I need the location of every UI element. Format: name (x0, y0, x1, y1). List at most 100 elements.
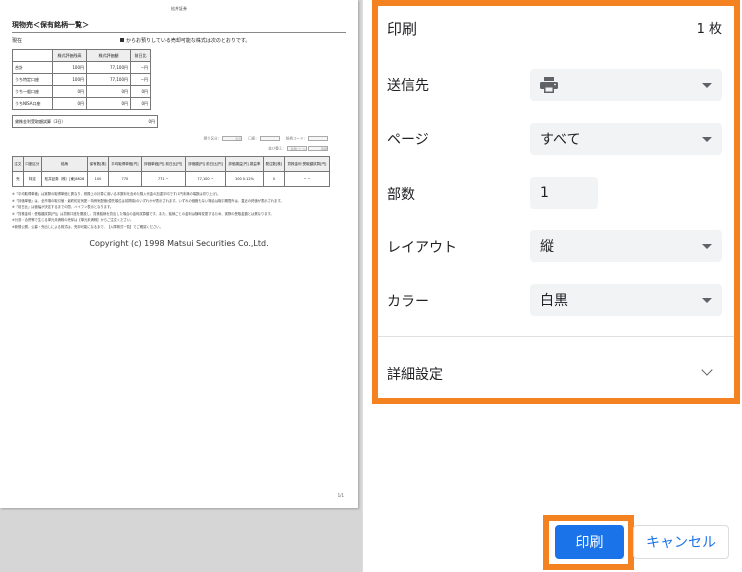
table-cell: 100 0.12% (225, 171, 264, 187)
intro-line: 現在 からお預りしている売却可能な株式は次のとおりです。 (12, 37, 346, 44)
chevron-down-icon (702, 82, 712, 88)
bullet-mark (120, 38, 125, 42)
note-line: ※「評価単価」は、全市場の取引値・最終約定気配・特例気配値(優先順位は前掲順)の… (12, 198, 284, 203)
summary-header: 株式評価額 (86, 49, 131, 62)
table-cell: 松井証券（株）[東]8628 (41, 171, 88, 187)
pages-value: すべて (540, 132, 581, 148)
layout-select[interactable]: 縦 (530, 230, 722, 262)
page-number: 1/1 (337, 493, 344, 498)
page-header: 松井証券 (171, 6, 187, 11)
chevron-down-icon (702, 136, 712, 142)
table-cell: 770 (108, 171, 142, 187)
summary-header: 株式評価残高 (52, 49, 87, 62)
filter-select (259, 136, 280, 141)
holdings-table: 注文 口座区分 銘柄 保有数[株] 平均取得単価[円] 評価単価[円] 前日比[… (12, 156, 331, 187)
summary-table: 株式評価残高 株式評価額 前日比 合計 100円 77,100円 −円 うち特定… (12, 49, 151, 110)
column-header: 保有数[株] (86, 156, 110, 172)
pages-select[interactable]: すべて (530, 123, 722, 155)
notes: ※「平均取得単価」は実際の取得単価と異なり、税務上の計算に用いる手数料を含めた購… (12, 191, 346, 231)
column-header: 評価損益[円] 損益率 (225, 156, 264, 172)
filter-label: 口座： (248, 136, 259, 141)
table-cell: 77,100円 (86, 73, 131, 86)
note-line: ※「前日比」は値幅が決定するまでの間、ハイフン表示となります。 (12, 205, 114, 210)
printer-icon (540, 77, 558, 93)
filter-label: 並び替え： (268, 146, 286, 150)
filter-select: 表示 (222, 136, 243, 141)
table-cell: 100円 (52, 73, 87, 86)
table-cell: 0円 (52, 97, 87, 110)
table-cell: 特定 (22, 171, 43, 187)
column-header: 銘柄 (41, 156, 88, 172)
intro-text: からお預りしている売却可能な株式は次のとおりです。 (126, 38, 251, 44)
table-row: 売 特定 松井証券（株）[東]8628 100 770 771 − 77,100… (12, 171, 331, 187)
sort-select: 銘柄コード (286, 145, 307, 151)
chevron-down-icon (702, 297, 712, 303)
summary-header: 前日比 (130, 49, 151, 62)
table-cell: 0円 (130, 85, 151, 98)
table-cell: 0円 (52, 85, 87, 98)
shares-interest-label: 貸株金利受取額試算（3日） (15, 118, 66, 124)
filter-label: 銘柄コード： (285, 136, 307, 141)
table-cell: −円 (130, 61, 151, 74)
copyright-text: Copyright (c) 1998 Matsui Securities Co.… (89, 238, 269, 248)
color-value: 白黒 (540, 293, 568, 309)
settings-divider (378, 336, 734, 337)
table-cell: −円 (130, 73, 151, 86)
note-line: ※新規公開、公募・売出しによる株式は、売却可能になるまで、【入庫株式一覧】でご確… (12, 224, 163, 229)
copies-label: 部数 (387, 187, 415, 203)
destination-select[interactable] (530, 69, 722, 101)
page-title: 現物売＜保有銘柄一覧＞ (12, 21, 89, 29)
order-select: 昇順 (308, 145, 328, 151)
title-rule (12, 32, 346, 33)
table-row: うち一般口座 0円 0円 0円 (12, 85, 151, 98)
table-row: うち特定口座 100円 77,100円 −円 (12, 73, 151, 86)
table-cell: 771 − (140, 171, 186, 187)
table-cell: 0円 (130, 97, 151, 110)
shares-interest-value: 0円 (148, 118, 155, 124)
table-cell: 77,100円 (86, 61, 131, 74)
table-row: うちNISA口座 0円 0円 0円 (12, 97, 151, 110)
column-header: 口座区分 (22, 156, 43, 172)
preview-page: 松井証券 現物売＜保有銘柄一覧＞ 現在 からお預りしている売却可能な株式は次のと… (0, 0, 358, 508)
table-cell: うち特定口座 (12, 73, 53, 86)
more-settings-toggle[interactable]: 詳細設定 (387, 364, 443, 384)
table-cell: 0円 (86, 85, 131, 98)
destination-label: 送信先 (387, 78, 429, 94)
copies-value: 1 (540, 185, 549, 201)
pages-label: ページ (387, 132, 429, 148)
sheet-count: 1 枚 (696, 22, 722, 37)
layout-label: レイアウト (387, 240, 457, 256)
column-header: 注文 (12, 156, 24, 172)
table-cell: 0円 (86, 97, 131, 110)
chevron-down-icon (702, 243, 712, 249)
print-dialog: 松井証券 現物売＜保有銘柄一覧＞ 現在 からお預りしている売却可能な株式は次のと… (0, 0, 742, 572)
note-line: ※「平均取得単価」は実際の取得単価と異なり、税務上の計算に用いる手数料を含めた購… (12, 192, 221, 196)
table-cell: 0 (262, 171, 285, 187)
table-header-row: 注文 口座区分 銘柄 保有数[株] 平均取得単価[円] 評価単価[円] 前日比[… (12, 156, 331, 172)
table-cell: うち一般口座 (12, 85, 53, 98)
sort-row: 並び替え： 銘柄コード 昇順 (12, 145, 346, 152)
print-preview-pane: 松井証券 現物売＜保有銘柄一覧＞ 現在 からお預りしている売却可能な株式は次のと… (0, 0, 362, 572)
layout-value: 縦 (540, 239, 554, 255)
port-filter: 口座： (248, 136, 280, 142)
table-cell: 77,100 − (184, 171, 227, 187)
column-header: 評価額[円] 前日比[円] (184, 156, 227, 172)
table-cell: 100 (86, 171, 110, 187)
print-button[interactable]: 印刷 (555, 525, 624, 559)
shares-interest-box: 貸株金利受取額試算（3日） 0円 (12, 115, 158, 128)
table-cell: うちNISA口座 (12, 97, 53, 110)
color-label: カラー (387, 294, 429, 310)
table-cell: 売 (12, 171, 24, 187)
table-cell: 合計 (12, 61, 53, 74)
note-line: ※分割・合併等で生じる単元未満株の売却は【単元未満株】からご注文ください。 (12, 218, 134, 223)
copies-input[interactable]: 1 (530, 177, 598, 209)
cancel-button[interactable]: キャンセル (633, 525, 729, 559)
settings-header: 印刷 1 枚 (387, 18, 722, 39)
column-header: 平均取得単価[円] (108, 156, 142, 172)
note-line: ※「貸株金利・受取額試算[円]」は貸株口座を開設し、貸株銘柄を貸出した場合の金利… (12, 211, 274, 216)
dialog-title: 印刷 (387, 20, 418, 38)
table-cell: 100円 (52, 61, 87, 74)
account-filter: 預り区分： 表示 (204, 136, 243, 142)
color-select[interactable]: 白黒 (530, 284, 722, 316)
code-filter: 銘柄コード： (286, 136, 328, 142)
